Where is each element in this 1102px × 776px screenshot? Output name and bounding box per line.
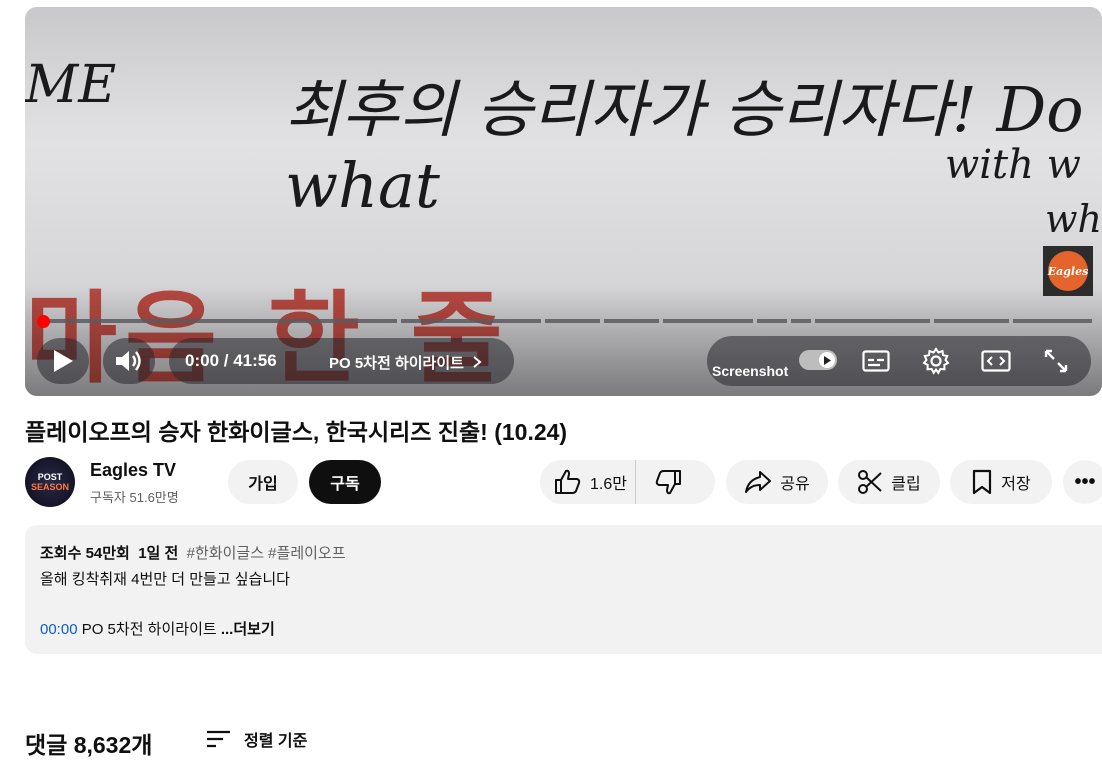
description-text: 올해 킹착취재 4번만 더 만들고 싶습니다	[40, 571, 290, 588]
hashtags[interactable]: #한화이글스 #플레이오프	[187, 545, 346, 562]
avatar-text-bottom: SEASON	[30, 482, 69, 492]
chapter-segment[interactable]	[1013, 319, 1092, 323]
subscriber-count: 구독자 51.6만명	[90, 490, 179, 505]
subtitles-button[interactable]	[855, 343, 897, 379]
chapter-segment[interactable]	[791, 319, 811, 323]
thumbs-down-icon	[655, 470, 681, 495]
channel-watermark[interactable]: Eagles	[1043, 246, 1093, 296]
chapter-segment[interactable]	[757, 319, 787, 323]
subscribe-button[interactable]: 구독	[309, 460, 381, 504]
video-title: 플레이오프의 승자 한화이글스, 한국시리즈 진출! (10.24)	[25, 419, 568, 445]
chapter-segment[interactable]	[604, 319, 659, 323]
volume-icon	[116, 351, 141, 371]
autoplay-knob	[819, 352, 835, 368]
overlay-text-right1: with w	[945, 142, 1081, 188]
bookmark-icon	[971, 469, 993, 495]
chapter-title-button[interactable]: PO 5차전 하이라이트	[329, 352, 482, 373]
fullscreen-button[interactable]	[1035, 343, 1077, 379]
timestamp-label: PO 5차전 하이라이트	[81, 621, 217, 638]
overlay-text-right2: wh	[1045, 197, 1102, 241]
share-label: 공유	[780, 476, 810, 493]
dislike-button[interactable]	[636, 460, 700, 504]
subtitles-icon	[862, 350, 890, 372]
video-player[interactable]: ME 최후의 승리자가 승리자다! Do what with w wh 마음 한…	[25, 7, 1102, 396]
sort-icon	[207, 730, 230, 748]
description-chapter: 00:00 PO 5차전 하이라이트 ...더보기	[40, 618, 275, 639]
sort-label: 정렬 기준	[244, 733, 308, 750]
chapter-segment[interactable]	[815, 319, 930, 323]
fullscreen-icon	[1044, 349, 1068, 373]
theater-icon	[981, 350, 1011, 372]
like-count: 1.6만	[590, 476, 627, 493]
show-more-button[interactable]: ...더보기	[221, 621, 275, 638]
avatar-text-top: POST	[37, 472, 63, 482]
chapter-segment[interactable]	[401, 319, 541, 323]
like-button[interactable]: 1.6만	[540, 460, 636, 504]
like-dislike-group: 1.6만	[540, 460, 715, 504]
timestamp-link[interactable]: 00:00	[40, 621, 78, 638]
screenshot-label: Screenshot	[712, 363, 789, 379]
upload-date: 1일 전	[138, 545, 179, 562]
save-button[interactable]: 저장	[950, 460, 1052, 504]
more-actions-button[interactable]: •••	[1063, 460, 1102, 504]
channel-avatar[interactable]: POST SEASON	[25, 457, 75, 507]
save-label: 저장	[1001, 476, 1031, 493]
clip-button[interactable]: 클립	[838, 460, 940, 504]
chapter-segment[interactable]	[663, 319, 753, 323]
share-icon	[744, 470, 772, 494]
time-display: 0:00 / 41:56	[185, 351, 277, 370]
join-button[interactable]: 가입	[228, 460, 298, 504]
chapter-segment[interactable]	[545, 319, 600, 323]
description-meta: 조회수 54만회 1일 전 #한화이글스 #플레이오프	[40, 542, 346, 563]
sort-button[interactable]: 정렬 기준	[206, 727, 307, 751]
theater-mode-button[interactable]	[975, 343, 1017, 379]
autoplay-toggle[interactable]	[799, 350, 837, 370]
chapter-title: PO 5차전 하이라이트	[329, 355, 464, 372]
scrubber-handle[interactable]	[37, 315, 50, 328]
channel-name[interactable]: Eagles TV	[90, 460, 176, 481]
clip-label: 클립	[891, 476, 921, 493]
progress-bar[interactable]	[37, 315, 1092, 328]
chapter-segment[interactable]	[934, 319, 1009, 323]
share-button[interactable]: 공유	[726, 460, 828, 504]
chevron-right-icon	[473, 356, 482, 368]
scissors-icon	[857, 469, 883, 495]
more-icon: •••	[1074, 470, 1096, 493]
overlay-text-left: ME	[25, 55, 117, 115]
view-count: 조회수 54만회	[40, 545, 130, 562]
volume-button[interactable]	[103, 338, 155, 384]
thumbs-up-icon	[554, 469, 582, 495]
overlay-text-main: 최후의 승리자가 승리자다! Do what	[285, 73, 1084, 222]
play-small-icon	[824, 355, 831, 365]
chapter-segment[interactable]	[37, 319, 397, 323]
watermark-logo: Eagles	[1048, 251, 1088, 291]
comment-count: 댓글 8,632개	[25, 732, 153, 758]
play-icon	[54, 350, 73, 372]
settings-button[interactable]	[915, 343, 957, 379]
gear-icon	[922, 347, 950, 375]
play-button[interactable]	[37, 338, 89, 384]
